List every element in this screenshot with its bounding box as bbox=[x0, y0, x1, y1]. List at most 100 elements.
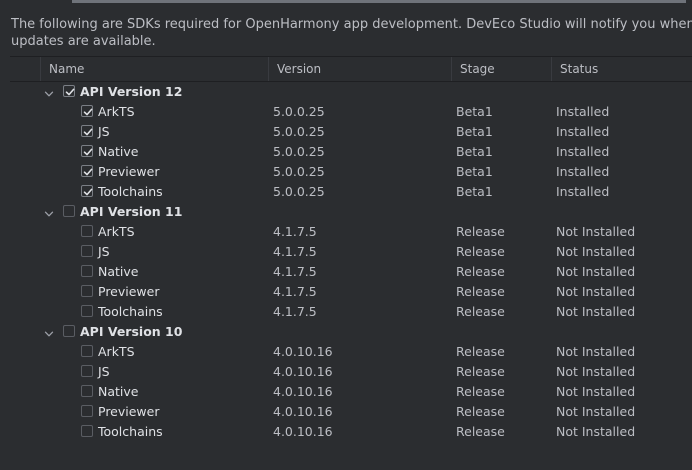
table-row[interactable]: JS 4.1.7.5 Release Not Installed bbox=[10, 242, 692, 262]
item-checkbox[interactable] bbox=[81, 365, 93, 377]
item-checkbox[interactable] bbox=[81, 185, 93, 197]
sdk-name: Toolchains bbox=[98, 424, 163, 439]
sdk-status: Not Installed bbox=[556, 284, 636, 299]
group-row[interactable]: API Version 10 bbox=[10, 322, 692, 342]
sdk-name: Previewer bbox=[98, 284, 160, 299]
sdk-status: Not Installed bbox=[556, 384, 636, 399]
sdk-table: Name Version Stage Status API Version 12… bbox=[10, 56, 692, 470]
table-row[interactable]: Toolchains 5.0.0.25 Beta1 Installed bbox=[10, 182, 692, 202]
sdk-stage: Release bbox=[456, 244, 505, 259]
item-checkbox[interactable] bbox=[81, 405, 93, 417]
sdk-status: Installed bbox=[556, 184, 610, 199]
table-row[interactable]: Previewer 5.0.0.25 Beta1 Installed bbox=[10, 162, 692, 182]
item-checkbox[interactable] bbox=[81, 265, 93, 277]
sdk-status: Not Installed bbox=[556, 244, 636, 259]
item-checkbox[interactable] bbox=[81, 225, 93, 237]
sdk-stage: Release bbox=[456, 284, 505, 299]
sdk-name: JS bbox=[98, 124, 110, 139]
sdk-status: Installed bbox=[556, 164, 610, 179]
group-label: API Version 11 bbox=[80, 204, 183, 219]
sdk-version: 4.0.10.16 bbox=[273, 384, 333, 399]
group-row[interactable]: API Version 11 bbox=[10, 202, 692, 222]
sdk-stage: Release bbox=[456, 264, 505, 279]
sdk-stage: Beta1 bbox=[456, 164, 493, 179]
item-checkbox[interactable] bbox=[81, 105, 93, 117]
table-row[interactable]: Previewer 4.0.10.16 Release Not Installed bbox=[10, 402, 692, 422]
group-checkbox[interactable] bbox=[63, 85, 75, 97]
column-header-status[interactable]: Status bbox=[552, 57, 692, 81]
item-checkbox[interactable] bbox=[81, 305, 93, 317]
sdk-version: 4.0.10.16 bbox=[273, 404, 333, 419]
sdk-status: Not Installed bbox=[556, 224, 636, 239]
item-checkbox[interactable] bbox=[81, 285, 93, 297]
item-checkbox[interactable] bbox=[81, 345, 93, 357]
group-label: API Version 12 bbox=[80, 84, 183, 99]
sdk-stage: Beta1 bbox=[456, 184, 493, 199]
sdk-name: ArkTS bbox=[98, 224, 135, 239]
sdk-name: JS bbox=[98, 244, 110, 259]
sdk-version: 4.1.7.5 bbox=[273, 224, 317, 239]
scroll-indicator bbox=[72, 0, 686, 3]
sdk-status: Installed bbox=[556, 104, 610, 119]
sdk-version: 4.1.7.5 bbox=[273, 284, 317, 299]
sdk-version: 5.0.0.25 bbox=[273, 184, 325, 199]
chevron-down-icon[interactable] bbox=[43, 326, 55, 338]
item-checkbox[interactable] bbox=[81, 165, 93, 177]
sdk-status: Not Installed bbox=[556, 264, 636, 279]
table-row[interactable]: Native 4.0.10.16 Release Not Installed bbox=[10, 382, 692, 402]
sdk-name: JS bbox=[98, 364, 110, 379]
sdk-name: ArkTS bbox=[98, 104, 135, 119]
sdk-version: 4.1.7.5 bbox=[273, 244, 317, 259]
sdk-stage: Beta1 bbox=[456, 144, 493, 159]
table-row[interactable]: JS 4.0.10.16 Release Not Installed bbox=[10, 362, 692, 382]
sdk-status: Installed bbox=[556, 144, 610, 159]
item-checkbox[interactable] bbox=[81, 145, 93, 157]
sdk-status: Not Installed bbox=[556, 364, 636, 379]
chevron-down-icon[interactable] bbox=[43, 206, 55, 218]
column-header-name[interactable]: Name bbox=[41, 57, 269, 81]
table-row[interactable]: ArkTS 4.0.10.16 Release Not Installed bbox=[10, 342, 692, 362]
column-header-version[interactable]: Version bbox=[269, 57, 452, 81]
item-checkbox[interactable] bbox=[81, 125, 93, 137]
table-row[interactable]: Previewer 4.1.7.5 Release Not Installed bbox=[10, 282, 692, 302]
sdk-name: ArkTS bbox=[98, 344, 135, 359]
sdk-stage: Beta1 bbox=[456, 124, 493, 139]
table-row[interactable]: ArkTS 4.1.7.5 Release Not Installed bbox=[10, 222, 692, 242]
table-row[interactable]: JS 5.0.0.25 Beta1 Installed bbox=[10, 122, 692, 142]
item-checkbox[interactable] bbox=[81, 425, 93, 437]
sdk-status: Not Installed bbox=[556, 404, 636, 419]
sdk-stage: Release bbox=[456, 384, 505, 399]
sdk-status: Installed bbox=[556, 124, 610, 139]
table-row[interactable]: Toolchains 4.1.7.5 Release Not Installed bbox=[10, 302, 692, 322]
sdk-version: 5.0.0.25 bbox=[273, 104, 325, 119]
sdk-stage: Release bbox=[456, 344, 505, 359]
sdk-status: Not Installed bbox=[556, 344, 636, 359]
sdk-name: Native bbox=[98, 264, 139, 279]
sdk-name: Native bbox=[98, 144, 139, 159]
item-checkbox[interactable] bbox=[81, 245, 93, 257]
sdk-settings-panel: The following are SDKs required for Open… bbox=[0, 0, 692, 470]
sdk-version: 4.0.10.16 bbox=[273, 364, 333, 379]
table-body: API Version 12 ArkTS 5.0.0.25 Beta1 Installe… bbox=[10, 82, 692, 442]
group-checkbox[interactable] bbox=[63, 325, 75, 337]
sdk-version: 4.0.10.16 bbox=[273, 424, 333, 439]
sdk-name: Toolchains bbox=[98, 184, 163, 199]
table-row[interactable]: ArkTS 5.0.0.25 Beta1 Installed bbox=[10, 102, 692, 122]
sdk-version: 4.0.10.16 bbox=[273, 344, 333, 359]
sdk-version: 5.0.0.25 bbox=[273, 144, 325, 159]
chevron-down-icon[interactable] bbox=[43, 86, 55, 98]
table-row[interactable]: Native 5.0.0.25 Beta1 Installed bbox=[10, 142, 692, 162]
sdk-stage: Release bbox=[456, 404, 505, 419]
sdk-stage: Release bbox=[456, 304, 505, 319]
sdk-stage: Release bbox=[456, 364, 505, 379]
sdk-status: Not Installed bbox=[556, 304, 636, 319]
item-checkbox[interactable] bbox=[81, 385, 93, 397]
sdk-status: Not Installed bbox=[556, 424, 636, 439]
column-header-stage[interactable]: Stage bbox=[452, 57, 552, 81]
table-row[interactable]: Toolchains 4.0.10.16 Release Not Installed bbox=[10, 422, 692, 442]
group-row[interactable]: API Version 12 bbox=[10, 82, 692, 102]
sdk-version: 4.1.7.5 bbox=[273, 304, 317, 319]
group-checkbox[interactable] bbox=[63, 205, 75, 217]
table-row[interactable]: Native 4.1.7.5 Release Not Installed bbox=[10, 262, 692, 282]
header-lead-cell bbox=[10, 57, 41, 81]
